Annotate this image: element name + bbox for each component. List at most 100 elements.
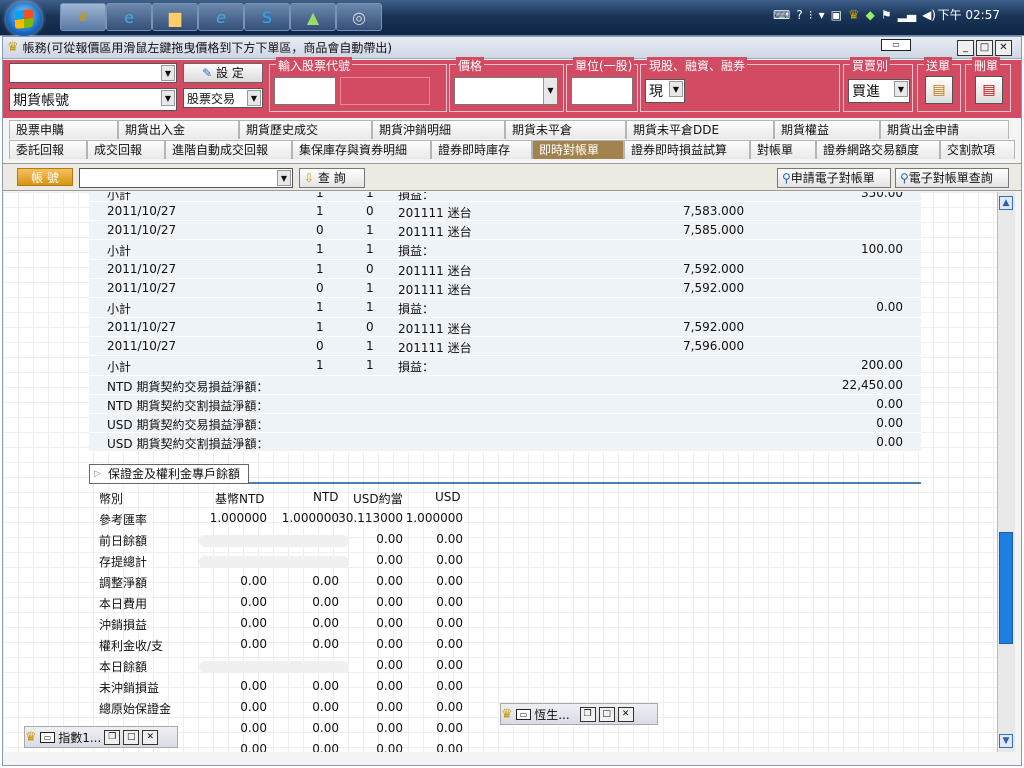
shield-icon[interactable]: ◆ <box>866 8 875 22</box>
ledger-cell: 7,585.000 <box>683 223 745 237</box>
tab-futures-open-dde[interactable]: 期貨未平倉DDE <box>626 120 774 139</box>
start-button[interactable] <box>6 2 42 36</box>
tab-futures-withdraw[interactable]: 期貨出金申請 <box>880 120 1009 139</box>
chevron-down-icon[interactable]: ▾ <box>819 8 825 22</box>
taskbar-crown-app[interactable]: ♛ <box>60 3 106 31</box>
tab-realtime-pnl[interactable]: 證券即時損益試算 <box>624 140 750 159</box>
send-order-button[interactable]: ▤ <box>925 76 953 104</box>
balance-cell: 0.00 <box>312 700 339 714</box>
tab-futures-offset[interactable]: 期貨沖銷明細 <box>372 120 505 139</box>
chevron-down-icon: ▼ <box>161 65 175 81</box>
lookup-e-statement-button[interactable]: ⚲電子對帳單查詢 <box>895 168 1009 188</box>
display-toggle-icon[interactable]: ▭ <box>515 708 532 720</box>
ledger-cell: 7,592.000 <box>683 262 745 276</box>
query-button[interactable]: ⇩ 查 詢 <box>299 168 365 188</box>
ledger-cell: 0 <box>366 262 374 276</box>
scroll-thumb[interactable] <box>999 532 1013 644</box>
query-account-select[interactable]: ▼ <box>79 168 293 188</box>
account-type-select[interactable]: 期貨帳號 ▼ <box>9 88 177 111</box>
tab-order-report[interactable]: 委託回報 <box>9 140 87 159</box>
balance-cell: 0.00 <box>240 637 267 651</box>
taskbar-ie2[interactable]: e <box>198 3 244 31</box>
chevron-down-icon: ▼ <box>894 81 908 97</box>
delete-order-button[interactable]: ▤ <box>975 76 1003 104</box>
taskbar-ie[interactable]: e <box>106 3 152 31</box>
price-input[interactable]: ▼ <box>454 77 558 105</box>
unit-group: 單位(一股) <box>566 57 638 112</box>
ledger-row: USD 期貨契約交割損益淨額： 0.00 <box>89 433 921 452</box>
volume-icon[interactable]: ◀) <box>922 8 936 22</box>
crown-icon: ♛ <box>7 40 19 55</box>
flag-icon[interactable]: ⚑ <box>881 8 892 22</box>
restore-icon[interactable]: ❐ <box>104 729 121 745</box>
apply-e-statement-button[interactable]: ⚲申請電子對帳單 <box>777 168 891 188</box>
ledger-cell: 損益： <box>398 360 435 374</box>
set-button-label: 設 定 <box>216 66 244 80</box>
tab-futures-equity[interactable]: 期貨權益 <box>774 120 880 139</box>
tab-realtime-inventory[interactable]: 證券即時庫存 <box>431 140 532 159</box>
tab-fill-report[interactable]: 成交回報 <box>87 140 165 159</box>
maximize-button[interactable]: □ <box>976 40 993 56</box>
folder-icon: ▆ <box>168 7 182 27</box>
balance-cell: 本日餘額 <box>99 660 148 674</box>
network-icon[interactable]: ▂▄ <box>898 8 916 22</box>
maximize-icon[interactable]: □ <box>123 729 140 745</box>
tab-statement[interactable]: 對帳單 <box>750 140 816 159</box>
mini-window-index[interactable]: ♛ ▭ 指數1... ❐ □ ✕ <box>24 726 178 748</box>
crown-icon: ♛ <box>25 729 37 745</box>
balance-cell: 0.00 <box>436 532 463 546</box>
futures-ledger: 小計 1 1 損益： 350.00 2011/10/27 1 0 201111 迷台 7… <box>89 192 921 452</box>
balance-cell: 0.00 <box>436 595 463 609</box>
crown-icon[interactable]: ♛ <box>848 8 860 23</box>
help-icon[interactable]: ? <box>796 8 802 22</box>
close-icon[interactable]: ✕ <box>617 706 634 722</box>
account-select[interactable]: ▼ <box>9 63 177 83</box>
ledger-row: NTD 期貨契約交割損益淨額： 0.00 <box>89 395 921 414</box>
tab-settlement[interactable]: 交割款項 <box>940 140 1015 159</box>
title-bar: ♛ 帳務(可從報價區用滑鼠左鍵拖曳價格到下方下單區，商品會自動帶出) ▭ _ □… <box>3 37 1021 59</box>
tab-futures-history[interactable]: 期貨歷史成交 <box>239 120 372 139</box>
tab-stock-subscription[interactable]: 股票申購 <box>9 120 118 139</box>
close-icon[interactable]: ✕ <box>142 729 159 745</box>
tab-trading-limit[interactable]: 證券網路交易額度 <box>816 140 940 159</box>
price-label: 價格 <box>456 57 485 74</box>
display-toggle-icon[interactable]: ▭ <box>39 731 56 743</box>
tab-custody-inventory[interactable]: 集保庫存與資券明細 <box>292 140 431 159</box>
mini-window-hangseng[interactable]: ♛ ▭ 恆生... ❐ □ ✕ <box>500 703 658 725</box>
taskbar-photos[interactable]: ▲ <box>290 3 336 31</box>
restore-icon[interactable]: ❐ <box>579 706 596 722</box>
input-method-icon[interactable]: ⁝ <box>809 8 813 22</box>
minimize-button[interactable]: _ <box>957 40 974 56</box>
display-toggle-icon[interactable]: ▭ <box>881 39 911 51</box>
maximize-icon[interactable]: □ <box>598 706 615 722</box>
ledger-cell: 7,596.000 <box>683 339 745 353</box>
app-tray-icon[interactable]: ▣ <box>831 8 842 22</box>
ledger-cell: 0.00 <box>876 416 903 430</box>
tab-futures-open[interactable]: 期貨未平倉 <box>505 120 626 139</box>
balance-section-tab[interactable]: ▷ 保證金及權利金專戶餘額 <box>89 464 250 484</box>
ledger-cell: 2011/10/27 <box>107 339 177 353</box>
tab-realtime-statement[interactable]: 即時對帳單 <box>532 140 624 159</box>
set-button[interactable]: ✎ 設 定 <box>183 63 263 83</box>
ledger-cell: 7,592.000 <box>683 320 745 334</box>
taskbar-folder[interactable]: ▆ <box>152 3 198 31</box>
taskbar-skype[interactable]: S <box>244 3 290 31</box>
balance-cell: 0.00 <box>376 679 403 693</box>
delete-label: 刪單 <box>972 57 1001 74</box>
scroll-up-icon[interactable]: ▲ <box>999 196 1013 210</box>
trade-type-select[interactable]: 股票交易 ▼ <box>183 88 263 108</box>
balance-row: 前日餘額 0.00 0.00 <box>89 529 469 550</box>
unit-input[interactable] <box>571 77 633 105</box>
taskbar-chart-app[interactable]: ◎ <box>336 3 382 31</box>
margin-select[interactable]: 現 ▼ <box>645 79 685 103</box>
scroll-down-icon[interactable]: ▼ <box>999 734 1013 748</box>
keyboard-icon[interactable]: ⌨ <box>773 8 790 22</box>
tab-futures-deposit[interactable]: 期貨出入金 <box>118 120 239 139</box>
vertical-scrollbar[interactable]: ▲ ▼ <box>997 192 1015 752</box>
crown-icon: ♛ <box>501 706 513 722</box>
tab-auto-fill-report[interactable]: 進階自動成交回報 <box>165 140 292 159</box>
side-select[interactable]: 買進 ▼ <box>848 79 910 103</box>
close-button[interactable]: ✕ <box>995 40 1012 56</box>
balance-rows: 參考匯率 1.000000 1.000000 30.113000 1.000000 前日餘… <box>89 508 469 752</box>
stock-code-input[interactable] <box>274 77 336 105</box>
